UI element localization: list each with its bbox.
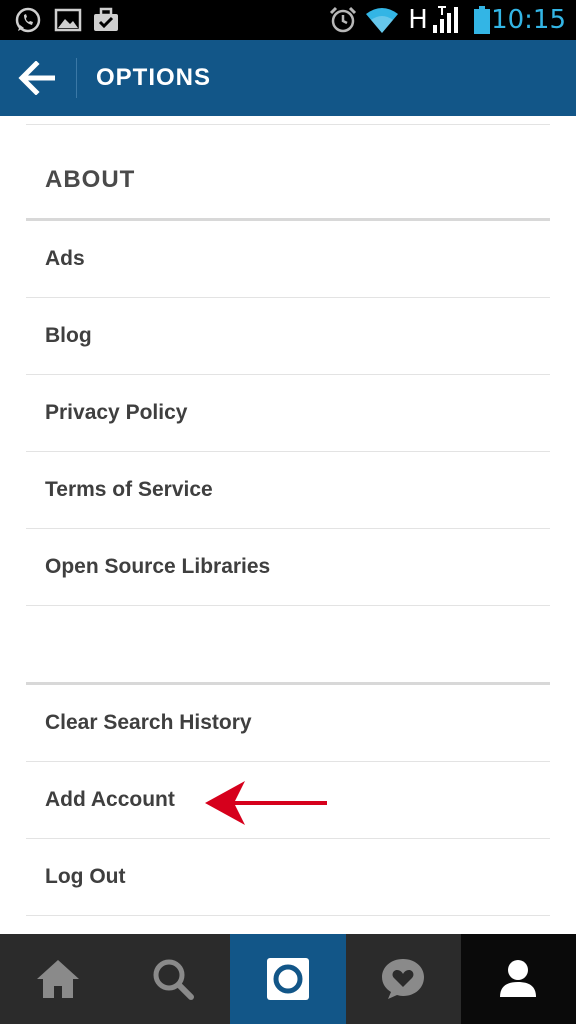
- option-terms-of-service[interactable]: Terms of Service: [26, 452, 550, 529]
- option-label: Add Account: [45, 788, 175, 811]
- option-label: Ads: [45, 247, 85, 270]
- status-time: 10:15: [491, 5, 566, 35]
- search-icon: [153, 959, 194, 1000]
- wifi-icon: [364, 0, 400, 40]
- tab-camera[interactable]: [230, 934, 346, 1024]
- option-privacy-policy[interactable]: Privacy Policy: [26, 375, 550, 452]
- bottom-navigation: [0, 934, 576, 1024]
- gallery-icon: [52, 0, 84, 40]
- page-title: OPTIONS: [96, 64, 212, 91]
- option-label: Open Source Libraries: [45, 555, 271, 578]
- option-label: Blog: [45, 324, 92, 347]
- option-label: Clear Search History: [45, 711, 252, 734]
- option-clear-search-history[interactable]: Clear Search History: [26, 685, 550, 762]
- signal-icon: H: [404, 0, 464, 40]
- briefcase-icon: [90, 0, 122, 40]
- header-divider: [76, 58, 77, 98]
- tab-profile[interactable]: [460, 934, 576, 1024]
- status-bar: H 10:15: [0, 0, 576, 40]
- back-button[interactable]: [0, 40, 76, 116]
- tab-activity[interactable]: [346, 934, 461, 1024]
- network-type-label: H: [408, 5, 428, 35]
- red-arrow-icon: [205, 781, 327, 825]
- option-label: Log Out: [45, 865, 126, 888]
- option-log-out[interactable]: Log Out: [26, 839, 550, 916]
- activity-heart-icon: [382, 959, 425, 999]
- option-label: Terms of Service: [45, 478, 213, 501]
- option-ads[interactable]: Ads: [26, 221, 550, 298]
- option-label: Privacy Policy: [45, 401, 188, 424]
- back-arrow-icon: [18, 61, 55, 95]
- tab-home[interactable]: [0, 934, 115, 1024]
- options-list: ABOUT Ads Blog Privacy Policy Terms of S…: [0, 116, 576, 934]
- tab-search[interactable]: [115, 934, 230, 1024]
- home-icon: [36, 960, 79, 998]
- section-title-about: ABOUT: [45, 166, 136, 193]
- whatsapp-icon: [12, 0, 44, 40]
- camera-icon: [266, 958, 309, 1000]
- divider: [26, 124, 550, 125]
- option-blog[interactable]: Blog: [26, 298, 550, 375]
- app-header: OPTIONS: [0, 40, 576, 116]
- option-open-source-libraries[interactable]: Open Source Libraries: [26, 529, 550, 606]
- profile-icon: [500, 960, 537, 997]
- alarm-icon: [326, 0, 360, 40]
